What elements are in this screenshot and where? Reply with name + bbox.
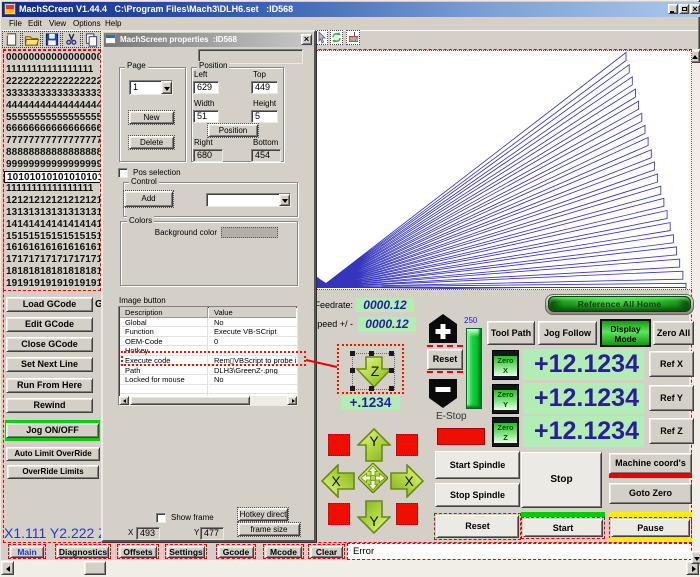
svg-text:X: X (331, 473, 341, 489)
svg-text:Y: Y (369, 513, 379, 529)
svg-text:X: X (404, 473, 414, 489)
svg-text:Y: Y (369, 433, 379, 449)
